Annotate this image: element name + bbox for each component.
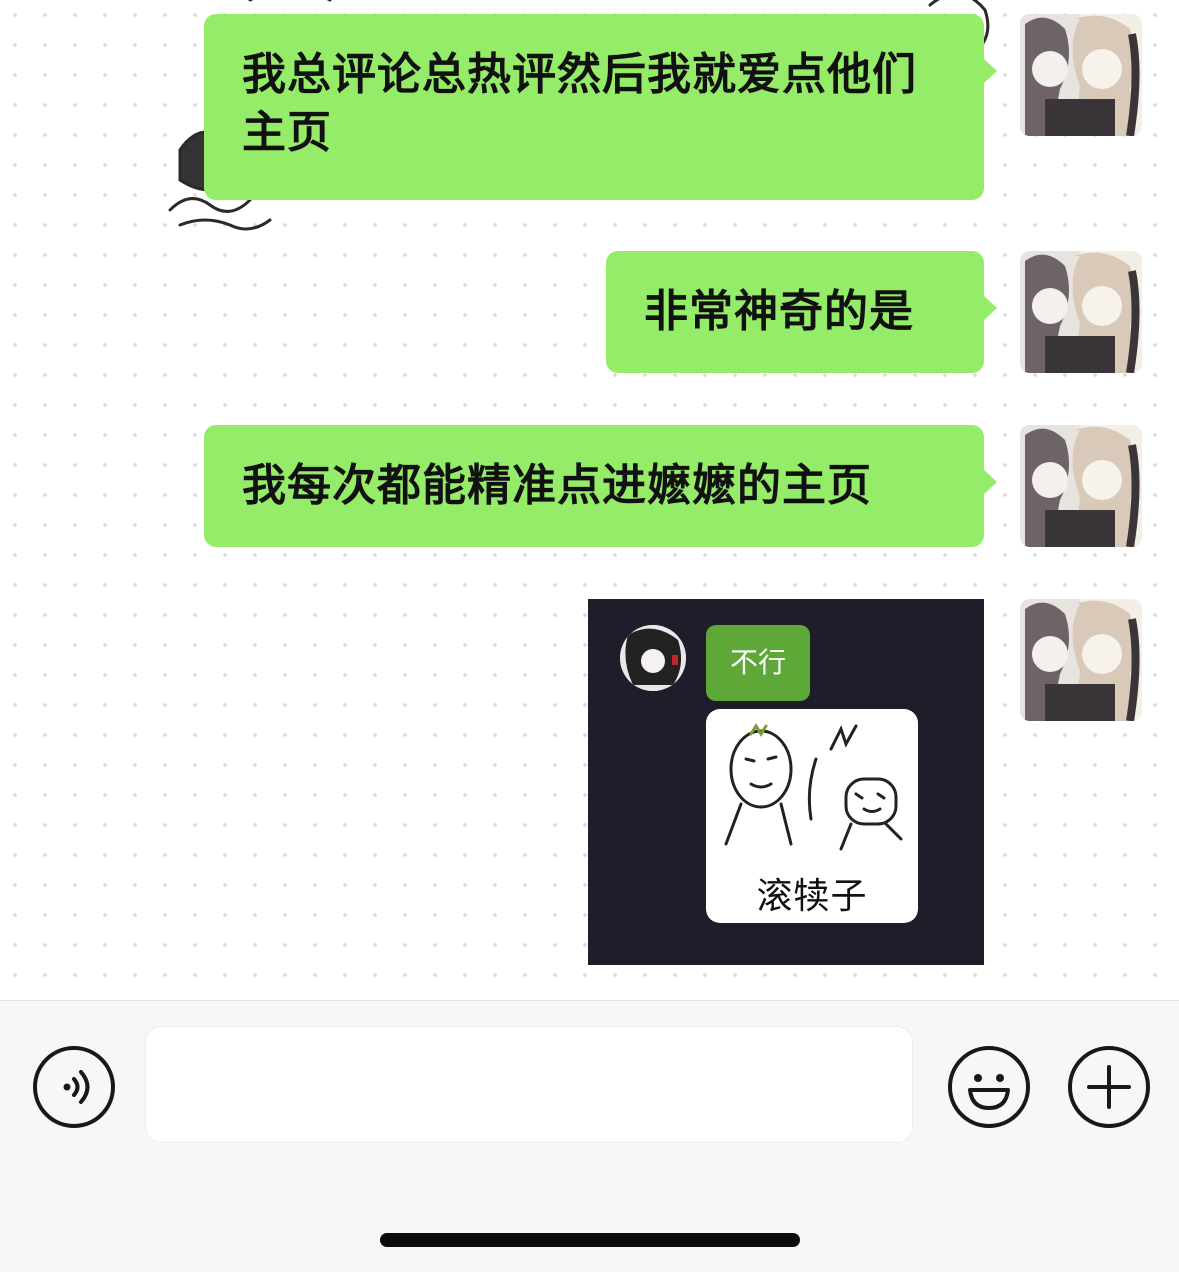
chat-area[interactable]: 我总评论总热评然后我就爱点他们主页 非常神奇的是 我每次都能精准点进嬷嬷的主页 … xyxy=(0,0,1179,1000)
self-avatar[interactable] xyxy=(1020,14,1142,136)
voice-button[interactable] xyxy=(33,1046,115,1128)
message-bubble[interactable]: 非常神奇的是 xyxy=(606,251,997,373)
message-bubble[interactable]: 我每次都能精准点进嬷嬷的主页 xyxy=(204,425,997,547)
avatar-image xyxy=(1020,14,1142,136)
home-indicator xyxy=(380,1233,800,1247)
avatar-image xyxy=(1020,251,1142,373)
meme-drawing xyxy=(724,723,903,851)
plus-icon xyxy=(1087,1065,1131,1109)
avatar-image xyxy=(1020,425,1142,547)
emoji-button[interactable] xyxy=(948,1046,1030,1128)
message-input[interactable] xyxy=(145,1026,913,1143)
emoji-icon xyxy=(968,1074,1010,1110)
sticker-meme-card: 滚犊子 xyxy=(706,709,918,923)
input-bar xyxy=(0,1000,1179,1272)
message-text: 非常神奇的是 xyxy=(644,286,914,337)
avatar-image xyxy=(1020,599,1142,721)
self-avatar[interactable] xyxy=(1020,599,1142,721)
sticker-bubble: 不行 xyxy=(706,625,810,701)
message-text: 我总评论总热评然后我就爱点他们主页 xyxy=(242,49,917,158)
more-button[interactable] xyxy=(1068,1046,1150,1128)
sticker-caption: 滚犊子 xyxy=(756,876,868,917)
self-avatar[interactable] xyxy=(1020,425,1142,547)
message-bubble[interactable]: 我总评论总热评然后我就爱点他们主页 xyxy=(204,14,997,200)
self-avatar[interactable] xyxy=(1020,251,1142,373)
message-text: 我每次都能精准点进嬷嬷的主页 xyxy=(242,460,872,511)
sticker-avatar xyxy=(620,625,686,691)
sticker-image[interactable]: 不行 滚犊子 xyxy=(588,599,984,965)
voice-icon xyxy=(63,1070,90,1104)
